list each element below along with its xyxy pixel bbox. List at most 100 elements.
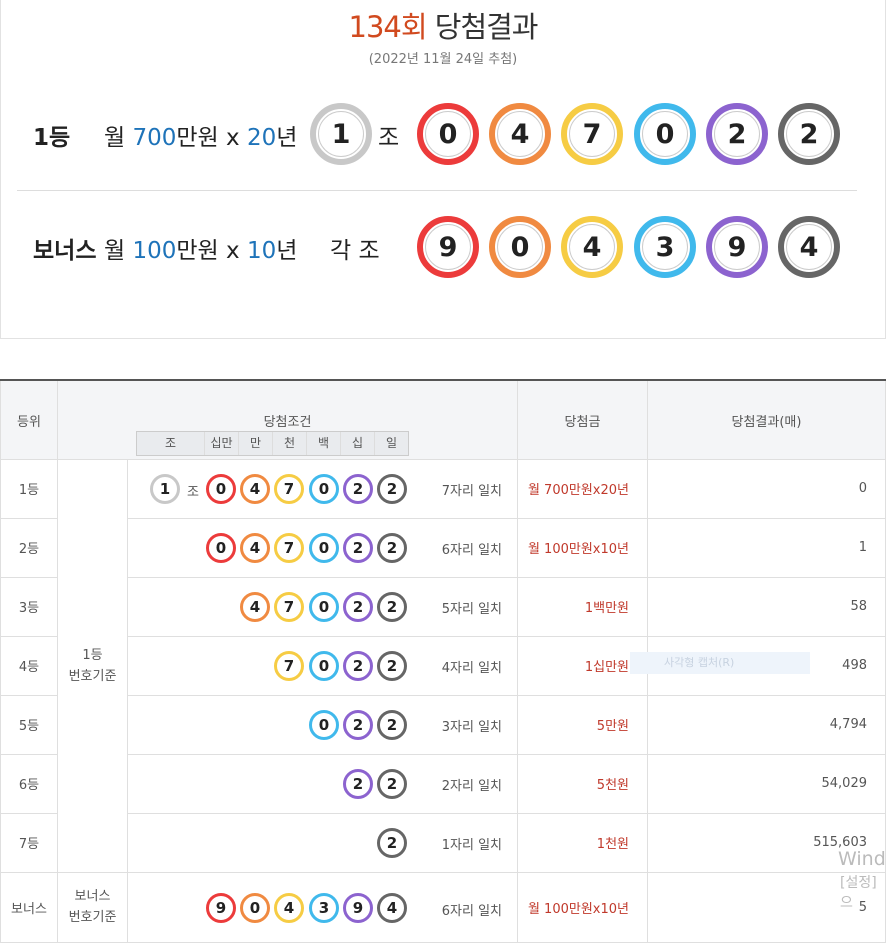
jo-label: 조	[187, 484, 199, 500]
table-row: 7등 2 1자리 일치 1천원 515,603	[0, 812, 886, 873]
match-text: 1자리 일치	[441, 837, 502, 853]
number-ball: 2	[706, 103, 768, 165]
rank-cell: 5등	[0, 694, 58, 755]
number-ball: 2	[377, 532, 407, 563]
prize-cell: 1십만원	[517, 635, 648, 696]
number-ball: 2	[778, 103, 840, 165]
basis-first-line2: 번호기준	[68, 668, 117, 684]
basis-bonus-line1: 보너스	[74, 889, 111, 904]
rank-cell: 4등	[0, 635, 58, 696]
number-ball: 4	[274, 892, 304, 923]
number-ball: 2	[343, 650, 373, 681]
table-row: 3등 4 7 0 2 2 5자리 일치 1백만원 58	[0, 576, 886, 637]
rank-cell: 1등	[0, 458, 58, 519]
windows-activation-subtext: [설정]으	[840, 875, 877, 911]
number-ball: 7	[274, 473, 304, 504]
count-cell: 54,029	[647, 753, 886, 814]
count-cell: 4,794	[647, 694, 886, 755]
number-ball: 7	[274, 532, 304, 563]
number-ball: 2	[377, 768, 407, 799]
match-text: 7자리 일치	[441, 483, 502, 499]
count-cell: 0	[647, 458, 886, 519]
subheader-cell: 백	[306, 432, 340, 455]
basis-first-line1: 1등	[82, 647, 103, 663]
number-ball: 0	[309, 709, 339, 740]
number-ball: 4	[489, 103, 551, 165]
number-ball: 3	[309, 892, 339, 923]
rank-cell: 2등	[0, 517, 58, 578]
count-cell: 58	[647, 576, 886, 637]
number-ball: 2	[343, 768, 373, 799]
number-ball: 2	[343, 532, 373, 563]
match-text: 3자리 일치	[441, 719, 502, 735]
windows-activation-text: Wind	[838, 848, 886, 870]
number-ball: 0	[489, 216, 551, 278]
result-panel: 134회 당첨결과 (2022년 11월 24일 추첨) 1등 월 700만원 …	[0, 0, 886, 339]
number-ball: 4	[240, 473, 270, 504]
page-title: 134회 당첨결과	[348, 10, 539, 44]
number-ball: 7	[274, 650, 304, 681]
digit-subheader: 조 십만 만 천 백 십 일	[136, 431, 409, 456]
count-cell: 1	[647, 517, 886, 578]
number-ball: 9	[706, 216, 768, 278]
table-row: 6등 2 2 2자리 일치 5천원 54,029	[0, 753, 886, 814]
condition-cell: 0 2 2 3자리 일치	[127, 694, 518, 755]
number-ball: 9	[343, 892, 373, 923]
number-ball: 2	[343, 591, 373, 622]
number-ball: 2	[377, 709, 407, 740]
number-ball: 2	[377, 827, 407, 858]
condition-cell: 9 0 4 3 9 4 6자리 일치	[127, 871, 518, 943]
table-row: 5등 0 2 2 3자리 일치 5만원 4,794	[0, 694, 886, 755]
first-prize-desc: 월 700만원 x 20년	[104, 125, 298, 151]
bonus-prize-row: 보너스 월 100만원 x 10년 각 조 9 0 4 3 9 4	[1, 213, 885, 283]
group-ball: 1	[310, 103, 372, 165]
each-group-label: 각 조	[330, 238, 380, 264]
condition-cell: 1 조 0 4 7 0 2 2 7자리 일치	[127, 458, 518, 519]
condition-cell: 2 1자리 일치	[127, 812, 518, 873]
match-text: 6자리 일치	[441, 542, 502, 558]
number-ball: 2	[343, 473, 373, 504]
number-ball: 0	[634, 103, 696, 165]
capture-tooltip: 사각형 캡처(R)	[630, 652, 810, 674]
condition-cell: 2 2 2자리 일치	[127, 753, 518, 814]
match-text: 5자리 일치	[441, 601, 502, 617]
header-result: 당첨결과(매)	[647, 379, 886, 460]
header-rank: 등위	[0, 379, 58, 460]
rank-cell: 보너스	[0, 871, 58, 943]
table-row: 2등 0 4 7 0 2 2 6자리 일치 월 100만원x10년 1	[0, 517, 886, 578]
header-prize: 당첨금	[517, 379, 648, 460]
number-ball: 0	[417, 103, 479, 165]
number-ball: 4	[561, 216, 623, 278]
prize-cell: 1백만원	[517, 576, 648, 637]
number-ball: 3	[634, 216, 696, 278]
number-ball: 2	[377, 650, 407, 681]
group-ball: 1	[150, 473, 180, 504]
subheader-cell: 만	[238, 432, 272, 455]
subheader-cell: 조	[164, 436, 177, 450]
subheader-cell: 십만	[204, 432, 238, 455]
prize-cell: 1천원	[517, 812, 648, 873]
number-ball: 2	[377, 591, 407, 622]
number-ball: 0	[309, 532, 339, 563]
basis-bonus-line2: 번호기준	[68, 910, 117, 925]
bonus-prize-label: 보너스	[33, 238, 97, 264]
draw-date: (2022년 11월 24일 추첨)	[368, 52, 518, 67]
first-prize-label: 1등	[33, 125, 71, 151]
subheader-cell: 십	[340, 432, 374, 455]
number-ball: 9	[206, 892, 236, 923]
prize-cell: 5만원	[517, 694, 648, 755]
number-ball: 4	[240, 591, 270, 622]
number-ball: 0	[309, 473, 339, 504]
prize-cell: 월 700만원x20년	[517, 458, 648, 519]
number-ball: 4	[240, 532, 270, 563]
basis-cell: 보너스번호기준	[57, 871, 128, 943]
rank-cell: 3등	[0, 576, 58, 637]
number-ball: 0	[206, 532, 236, 563]
rank-cell: 6등	[0, 753, 58, 814]
number-ball: 7	[561, 103, 623, 165]
prize-cell: 5천원	[517, 753, 648, 814]
number-ball: 9	[417, 216, 479, 278]
number-ball: 2	[377, 473, 407, 504]
table-row: 1등 1등번호기준 1 조 0 4 7 0 2 2 7자리 일치 월 700만원…	[0, 458, 886, 873]
first-prize-row: 1등 월 700만원 x 20년 1 조 0 4 7 0 2 2	[1, 100, 885, 170]
